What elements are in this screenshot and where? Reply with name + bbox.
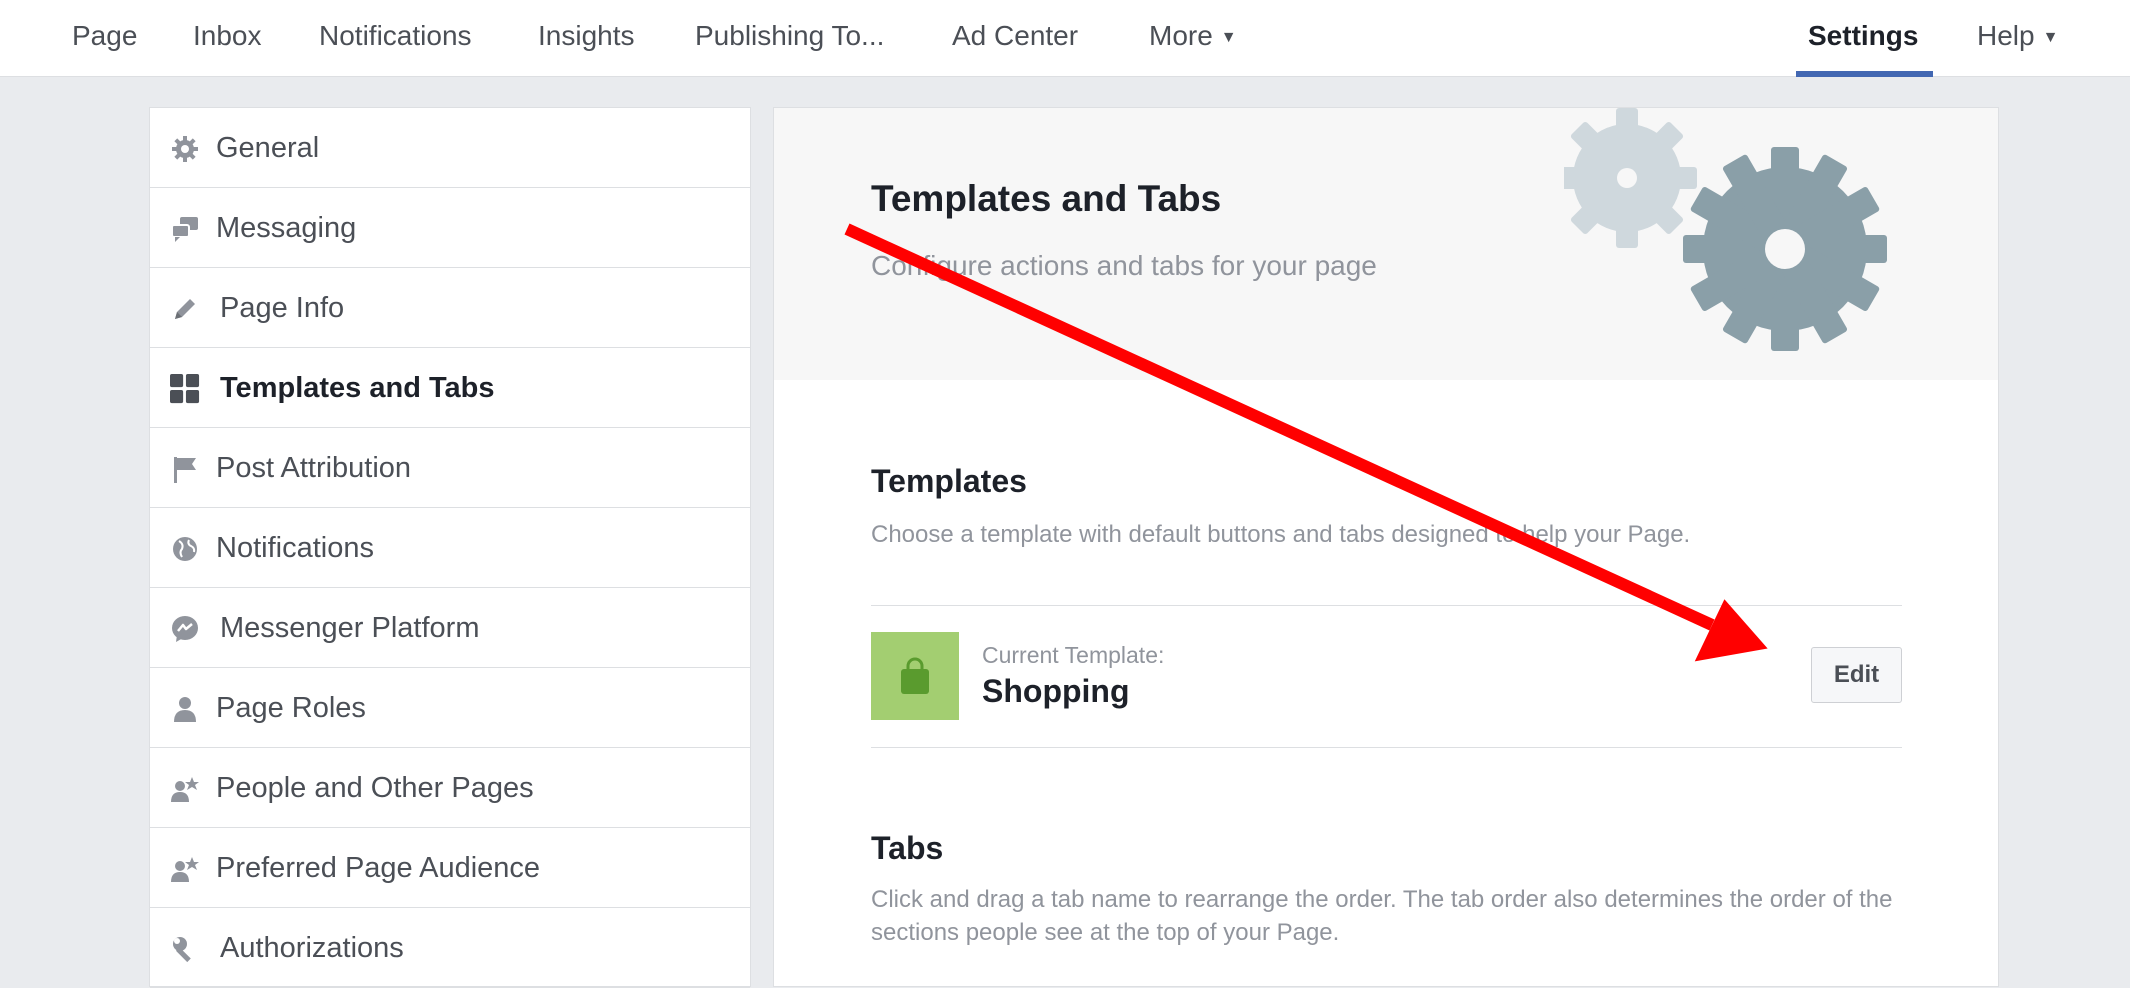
sidebar-item-templates-and-tabs[interactable]: Templates and Tabs: [150, 348, 750, 428]
pencil-icon: [170, 294, 200, 324]
grid-icon: [170, 374, 200, 404]
sidebar-item-label: Templates and Tabs: [220, 372, 495, 404]
sidebar-item-notifications[interactable]: Notifications: [150, 508, 750, 588]
nav-more[interactable]: More ▼: [1149, 0, 1237, 77]
sidebar-item-label: Post Attribution: [216, 452, 412, 484]
sidebar-item-label: Preferred Page Audience: [216, 852, 541, 884]
nav-settings[interactable]: Settings: [1808, 0, 1918, 77]
edit-template-button[interactable]: Edit: [1811, 647, 1902, 703]
sidebar-item-label: Messenger Platform: [220, 612, 480, 644]
globe-icon: [170, 534, 200, 564]
wrench-icon: [170, 934, 200, 964]
sidebar-item-page-info[interactable]: Page Info: [150, 268, 750, 348]
nav-inbox[interactable]: Inbox: [193, 0, 262, 77]
nav-page[interactable]: Page: [72, 0, 137, 77]
panel-header: Templates and Tabs Configure actions and…: [774, 108, 1998, 380]
sidebar-item-label: General: [216, 132, 320, 164]
chat-bubbles-icon: [170, 214, 200, 244]
top-navigation: Page Inbox Notifications Insights Publis…: [0, 0, 2130, 77]
sidebar-item-people-and-other-pages[interactable]: People and Other Pages: [150, 748, 750, 828]
sidebar-item-authorizations[interactable]: Authorizations: [150, 908, 750, 988]
sidebar-item-label: Page Info: [220, 292, 345, 324]
sidebar-item-page-roles[interactable]: Page Roles: [150, 668, 750, 748]
person-star-icon: [170, 854, 200, 884]
person-icon: [170, 694, 200, 724]
sidebar-item-label: Authorizations: [220, 932, 404, 964]
nav-help-label: Help: [1977, 20, 2035, 51]
templates-heading: Templates: [871, 463, 1027, 499]
current-template-name: Shopping: [982, 673, 1130, 709]
sidebar-item-label: Page Roles: [216, 692, 366, 724]
sidebar-item-label: Notifications: [216, 532, 374, 564]
tabs-description: Click and drag a tab name to rearrange t…: [871, 886, 1893, 946]
nav-publishing-tools[interactable]: Publishing To...: [695, 0, 884, 77]
nav-ad-center[interactable]: Ad Center: [952, 0, 1078, 77]
nav-notifications[interactable]: Notifications: [319, 0, 472, 77]
nav-more-label: More: [1149, 20, 1213, 51]
sidebar-item-label: People and Other Pages: [216, 772, 534, 804]
gears-illustration-icon: [1564, 108, 1887, 351]
active-tab-indicator: [1796, 71, 1933, 77]
sidebar-item-general[interactable]: General: [150, 108, 750, 188]
nav-help[interactable]: Help ▼: [1977, 0, 2058, 77]
templates-description: Choose a template with default buttons a…: [871, 521, 1691, 548]
person-star-icon: [170, 774, 200, 804]
sidebar-item-preferred-page-audience[interactable]: Preferred Page Audience: [150, 828, 750, 908]
template-thumbnail: [871, 632, 959, 720]
nav-insights[interactable]: Insights: [538, 0, 635, 77]
shopping-bag-icon: [901, 657, 929, 694]
divider: [871, 605, 1902, 606]
caret-down-icon: ▼: [2042, 29, 2059, 46]
page-subtitle: Configure actions and tabs for your page: [871, 250, 1377, 281]
messenger-icon: [170, 614, 200, 644]
templates-and-tabs-panel: Templates and Tabs Configure actions and…: [773, 107, 1999, 987]
flag-icon: [170, 454, 200, 484]
tabs-heading: Tabs: [871, 830, 944, 866]
sidebar-item-label: Messaging: [216, 212, 357, 244]
current-template-label: Current Template:: [982, 642, 1165, 668]
sidebar-item-post-attribution[interactable]: Post Attribution: [150, 428, 750, 508]
page-title: Templates and Tabs: [871, 178, 1222, 219]
sidebar-item-messaging[interactable]: Messaging: [150, 188, 750, 268]
gear-icon: [170, 134, 200, 164]
settings-sidebar: General Messaging Page Info Templates an…: [149, 107, 751, 988]
sidebar-item-messenger-platform[interactable]: Messenger Platform: [150, 588, 750, 668]
divider: [871, 747, 1902, 748]
caret-down-icon: ▼: [1220, 29, 1237, 46]
